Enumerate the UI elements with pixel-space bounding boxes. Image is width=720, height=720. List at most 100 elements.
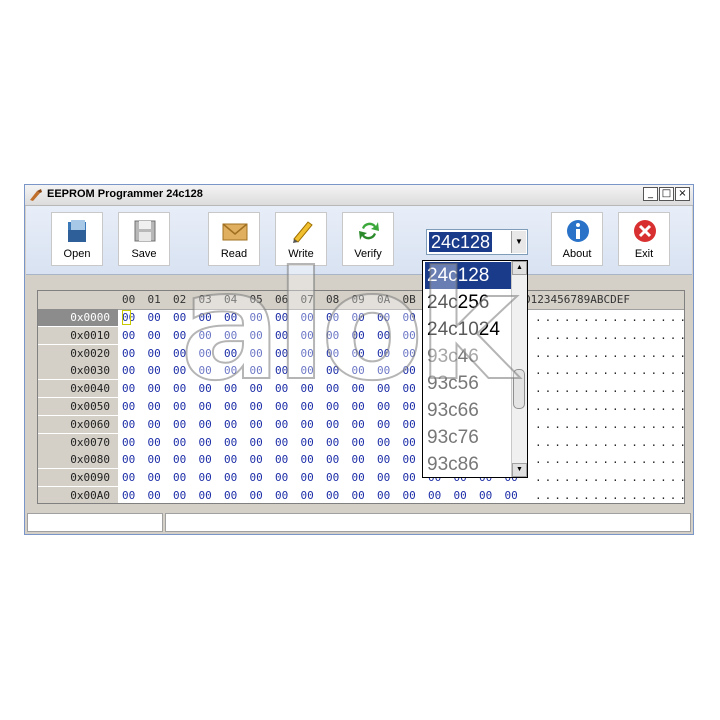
hex-cell[interactable]: 00	[275, 380, 288, 397]
scroll-up-icon[interactable]: ▲	[512, 261, 527, 275]
hex-cell[interactable]: 00	[250, 487, 263, 503]
scroll-thumb[interactable]	[513, 369, 525, 409]
hex-cell[interactable]: 00	[352, 362, 365, 379]
row-header[interactable]: 0x0030	[38, 362, 118, 380]
about-button[interactable]: About	[551, 212, 603, 266]
hex-cell[interactable]: 00	[122, 345, 135, 362]
hex-cell[interactable]: 00	[275, 398, 288, 415]
hex-cell[interactable]: 00	[199, 416, 212, 433]
hex-cell[interactable]: 00	[403, 416, 416, 433]
hex-cell[interactable]: 00	[403, 362, 416, 379]
save-button[interactable]: Save	[118, 212, 170, 266]
hex-cell[interactable]: 00	[301, 469, 314, 486]
hex-cell[interactable]: 00	[122, 398, 135, 415]
hex-cell[interactable]: 00	[352, 309, 365, 326]
hex-cell[interactable]: 00	[224, 362, 237, 379]
hex-cell[interactable]: 00	[454, 487, 467, 503]
hex-cell[interactable]: 00	[122, 327, 135, 344]
hex-cell[interactable]: 00	[275, 487, 288, 503]
dropdown-option[interactable]: 24c256	[425, 289, 511, 316]
hex-cell[interactable]: 00	[275, 469, 288, 486]
hex-cell[interactable]: 00	[403, 434, 416, 451]
row-header[interactable]: 0x0080	[38, 451, 118, 469]
write-button[interactable]: Write	[275, 212, 327, 266]
hex-cell[interactable]: 00	[326, 327, 339, 344]
hex-cell[interactable]: 00	[173, 345, 186, 362]
dropdown-option[interactable]: 24c1024	[425, 316, 511, 343]
hex-cell[interactable]: 00	[224, 309, 237, 326]
hex-cell[interactable]: 00	[301, 451, 314, 468]
hex-cell[interactable]: 00	[377, 451, 390, 468]
row-header[interactable]: 0x0050	[38, 398, 118, 415]
row-header[interactable]: 0x0090	[38, 469, 118, 487]
hex-cell[interactable]: 00	[377, 380, 390, 397]
maximize-button[interactable]: □	[659, 187, 674, 201]
hex-cell[interactable]: 00	[224, 398, 237, 415]
hex-cell[interactable]: 00	[326, 469, 339, 486]
hex-cell[interactable]: 00	[250, 469, 263, 486]
hex-cell[interactable]: 00	[148, 380, 161, 397]
row-header[interactable]: 0x00A0	[38, 487, 118, 503]
hex-cell[interactable]: 00	[326, 345, 339, 362]
dropdown-scrollbar[interactable]: ▲ ▼	[511, 261, 527, 477]
exit-button[interactable]: Exit	[618, 212, 670, 266]
hex-cell[interactable]: 00	[326, 416, 339, 433]
hex-cell[interactable]: 00	[377, 327, 390, 344]
close-button[interactable]: ×	[675, 187, 690, 201]
hex-cell[interactable]: 00	[224, 345, 237, 362]
hex-cell[interactable]: 00	[224, 469, 237, 486]
hex-cell[interactable]: 00	[275, 362, 288, 379]
hex-cell[interactable]: 00	[224, 487, 237, 503]
dropdown-option[interactable]: 93c56	[425, 370, 511, 397]
hex-cell[interactable]: 00	[199, 487, 212, 503]
chip-select[interactable]: 24c128 ▼	[426, 229, 528, 255]
hex-cell[interactable]: 00	[148, 451, 161, 468]
hex-cell[interactable]: 00	[122, 487, 135, 503]
hex-cell[interactable]: 00	[326, 362, 339, 379]
hex-cell[interactable]: 00	[250, 398, 263, 415]
hex-cell[interactable]: 00	[301, 487, 314, 503]
hex-cell[interactable]: 00	[224, 380, 237, 397]
hex-cell[interactable]: 00	[377, 309, 390, 326]
hex-cell[interactable]: 00	[301, 362, 314, 379]
hex-cell[interactable]: 00	[505, 487, 518, 503]
hex-cell[interactable]: 00	[403, 487, 416, 503]
hex-cell[interactable]: 00	[148, 345, 161, 362]
read-button[interactable]: Read	[208, 212, 260, 266]
row-header[interactable]: 0x0060	[38, 415, 118, 433]
hex-cell[interactable]: 00	[224, 434, 237, 451]
hex-cell[interactable]: 00	[352, 380, 365, 397]
hex-cell[interactable]: 00	[403, 451, 416, 468]
hex-cell[interactable]: 00	[275, 434, 288, 451]
hex-cell[interactable]: 00	[352, 416, 365, 433]
hex-cell[interactable]: 00	[403, 398, 416, 415]
hex-cell[interactable]: 00	[326, 309, 339, 326]
hex-cell[interactable]: 00	[377, 469, 390, 486]
hex-cell[interactable]: 00	[352, 487, 365, 503]
hex-cell[interactable]: 00	[148, 487, 161, 503]
hex-cell[interactable]: 00	[199, 434, 212, 451]
hex-cell[interactable]: 00	[148, 398, 161, 415]
hex-cell[interactable]: 00	[173, 451, 186, 468]
row-header[interactable]: 0x0020	[38, 344, 118, 362]
hex-cell[interactable]: 00	[199, 398, 212, 415]
hex-cell[interactable]: 00	[403, 469, 416, 486]
hex-cell[interactable]: 00	[403, 345, 416, 362]
hex-cell[interactable]: 00	[301, 398, 314, 415]
hex-cell[interactable]: 00	[250, 451, 263, 468]
hex-cell[interactable]: 00	[122, 434, 135, 451]
dropdown-option[interactable]: 93c46	[425, 343, 511, 370]
hex-cell[interactable]: 00	[148, 434, 161, 451]
hex-cell[interactable]: 00	[428, 487, 441, 503]
hex-cell[interactable]: 00	[148, 469, 161, 486]
hex-cell[interactable]: 00	[301, 327, 314, 344]
open-button[interactable]: Open	[51, 212, 103, 266]
hex-cell[interactable]: 00	[148, 309, 161, 326]
hex-cell[interactable]: 00	[173, 487, 186, 503]
hex-cell[interactable]: 00	[403, 327, 416, 344]
scroll-down-icon[interactable]: ▼	[512, 463, 527, 477]
hex-cell[interactable]: 00	[301, 345, 314, 362]
hex-cell[interactable]: 00	[377, 434, 390, 451]
dropdown-option[interactable]: 93c86	[425, 451, 511, 478]
hex-cell[interactable]: 00	[224, 327, 237, 344]
